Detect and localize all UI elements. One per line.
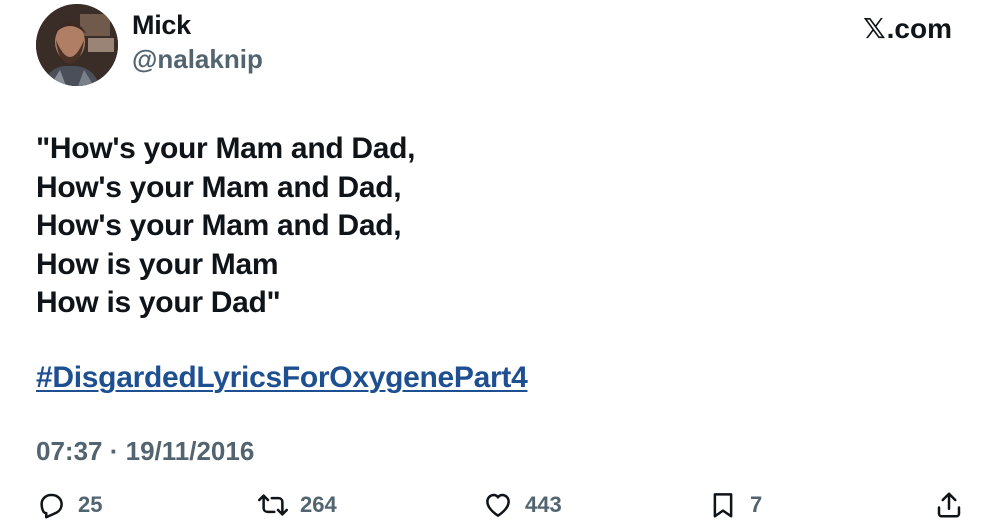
tweet-text: "How's your Mam and Dad, How's your Mam … xyxy=(36,130,416,323)
share-icon xyxy=(937,492,961,518)
brand-logo: 𝕏 .com xyxy=(863,12,952,45)
reply-button[interactable]: 25 xyxy=(36,490,102,520)
action-bar: 25 264 443 7 xyxy=(36,490,964,526)
hashtag-link[interactable]: #DisgardedLyricsForOxygenePart4 xyxy=(36,361,528,395)
tweet-text-line: How's your Mam and Dad, xyxy=(36,170,402,204)
reply-count: 25 xyxy=(78,492,103,517)
heart-icon xyxy=(486,493,510,517)
tweet-timestamp[interactable]: 07:37 · 19/11/2016 xyxy=(36,436,254,467)
tweet-text-line: How is your Mam xyxy=(36,247,279,281)
like-count: 443 xyxy=(525,492,562,517)
retweet-button[interactable]: 264 xyxy=(258,490,337,520)
author-handle[interactable]: @nalaknip xyxy=(132,44,263,75)
retweet-icon xyxy=(258,494,288,516)
avatar[interactable] xyxy=(36,4,118,86)
author-display-name[interactable]: Mick xyxy=(132,10,191,41)
reply-icon xyxy=(40,493,63,519)
bookmark-button[interactable]: 7 xyxy=(708,490,762,520)
tweet-text-line: How's your Mam and Dad, xyxy=(36,209,402,242)
bookmark-count: 7 xyxy=(750,492,763,517)
retweet-count: 264 xyxy=(300,492,337,517)
tweet-text-line: "How's your Mam and Dad, xyxy=(36,132,416,165)
x-logo-icon: 𝕏 xyxy=(863,12,886,45)
share-button[interactable] xyxy=(934,490,964,520)
brand-label: .com xyxy=(886,12,952,44)
avatar-photo xyxy=(36,4,118,86)
like-button[interactable]: 443 xyxy=(483,490,562,520)
tweet-text-line: How is your Dad" xyxy=(36,286,281,319)
bookmark-icon xyxy=(713,493,733,518)
